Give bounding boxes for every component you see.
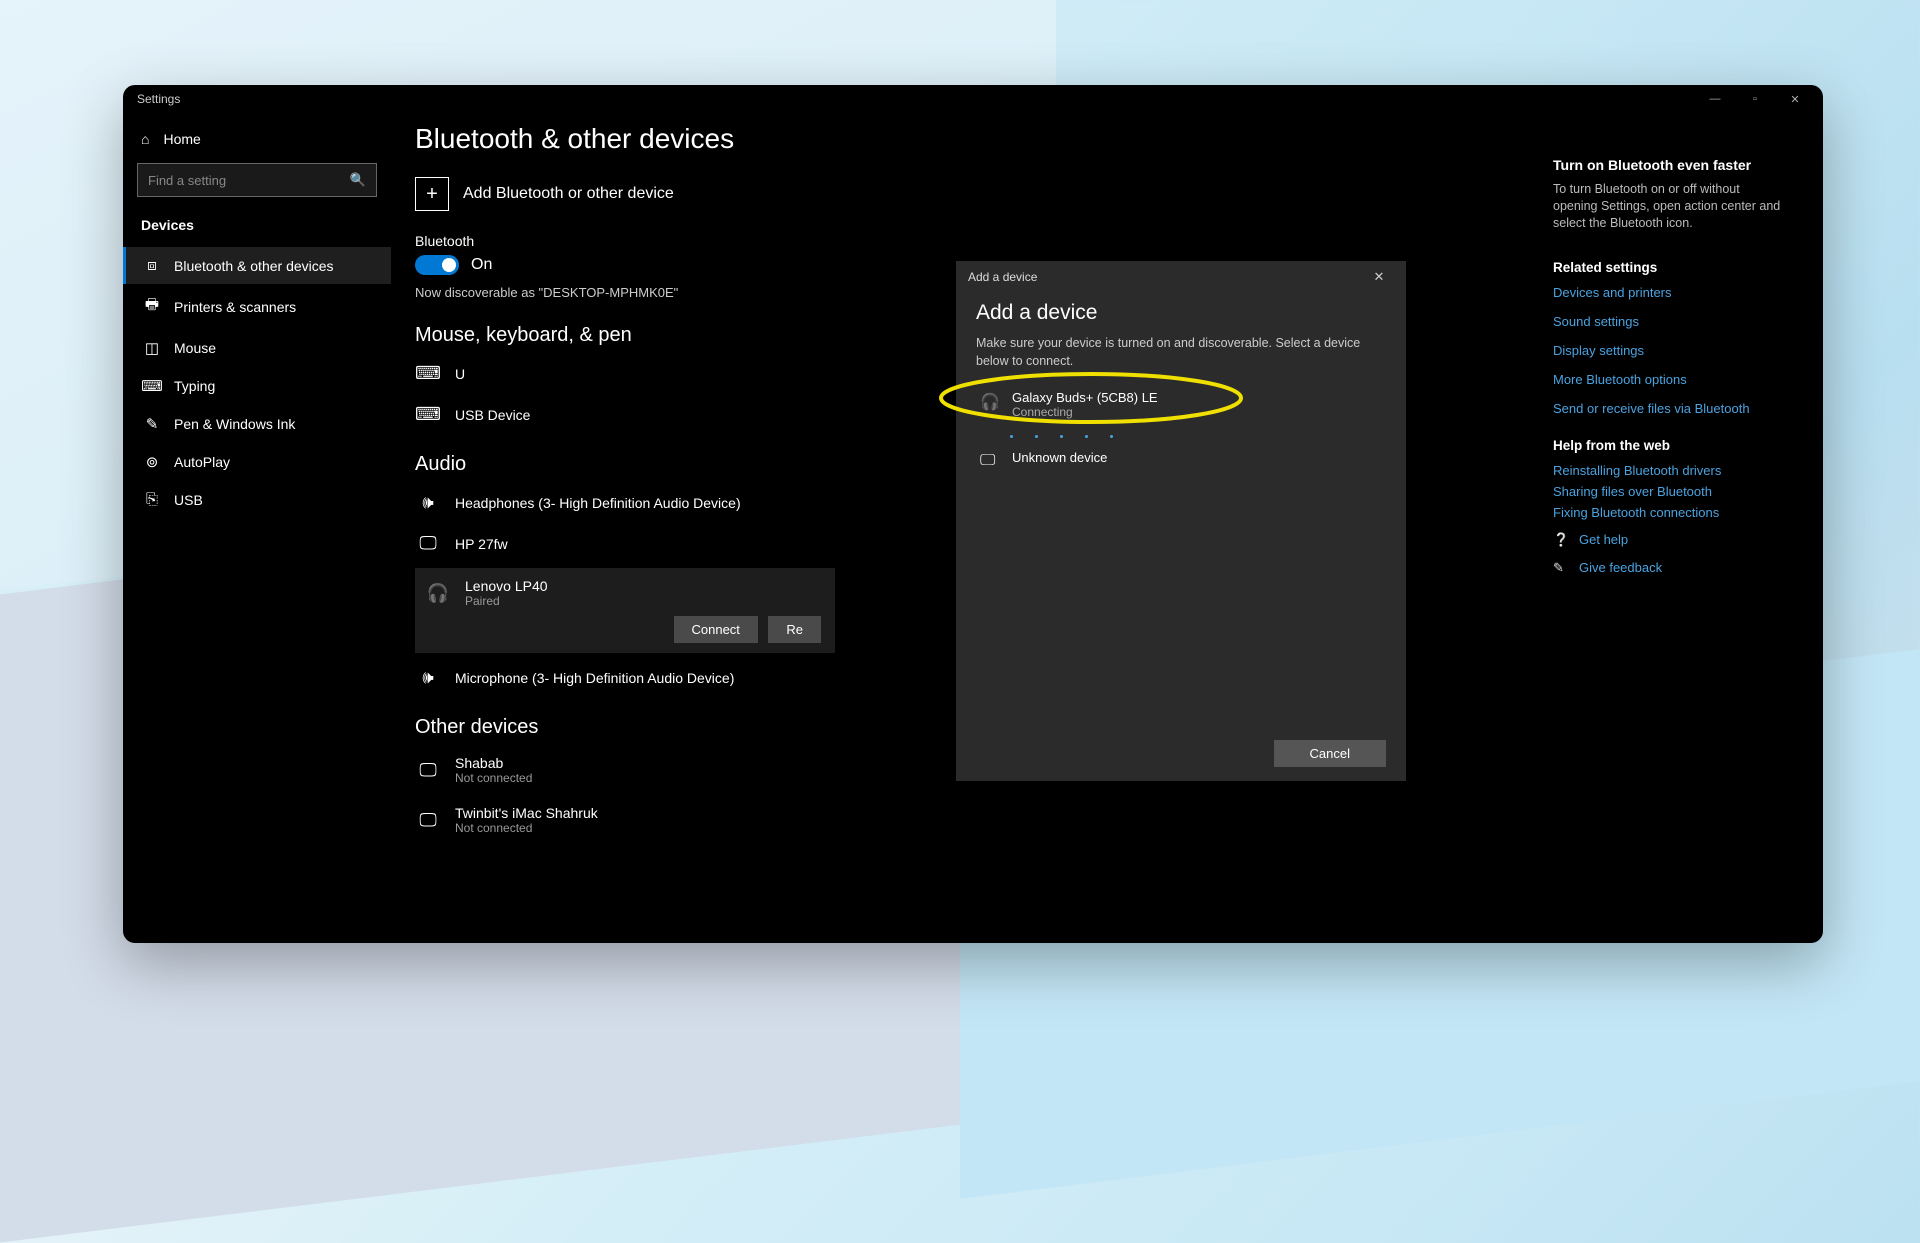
dialog-heading: Add a device <box>976 301 1386 325</box>
cancel-button[interactable]: Cancel <box>1274 740 1386 767</box>
device-card-selected[interactable]: 🎧 Lenovo LP40 Paired Connect Re <box>415 568 835 653</box>
headphones-icon: 🎧 <box>980 390 1000 412</box>
search-icon: 🔍 <box>350 172 366 188</box>
help-heading: Help from the web <box>1553 438 1783 453</box>
sidebar-item-label: Bluetooth & other devices <box>174 258 334 274</box>
settings-window: Settings — ▫ ✕ ⌂ Home Find a setting 🔍 D… <box>123 85 1823 943</box>
sidebar-item-label: AutoPlay <box>174 454 230 470</box>
remove-button[interactable]: Re <box>768 616 821 643</box>
pen-icon: ✎ <box>144 415 160 433</box>
sidebar-item-typing[interactable]: ⌨ Typing <box>123 367 391 405</box>
sidebar-item-label: Mouse <box>174 340 216 356</box>
give-feedback-link[interactable]: ✎ Give feedback <box>1553 560 1783 576</box>
link-fix-bt[interactable]: Fixing Bluetooth connections <box>1553 505 1783 520</box>
right-column: Turn on Bluetooth even faster To turn Bl… <box>1553 157 1783 576</box>
monitor-icon: 🖵 <box>415 810 441 831</box>
keyboard-icon: ⌨ <box>415 363 441 384</box>
sidebar-item-printers[interactable]: 🖶 Printers & scanners <box>123 284 391 329</box>
sidebar-category: Devices <box>123 211 391 247</box>
bluetooth-toggle[interactable] <box>415 255 459 275</box>
add-device-dialog: Add a device ✕ Add a device Make sure yo… <box>956 261 1406 781</box>
sidebar-item-bluetooth[interactable]: ⧈ Bluetooth & other devices <box>123 247 391 284</box>
found-device-name: Galaxy Buds+ (5CB8) LE <box>1012 390 1158 405</box>
usb-icon: ⎘ <box>144 491 160 508</box>
link-send-receive[interactable]: Send or receive files via Bluetooth <box>1553 401 1783 416</box>
link-share-bt[interactable]: Sharing files over Bluetooth <box>1553 484 1783 499</box>
monitor-icon: 🖵 <box>980 450 1000 470</box>
minimize-button[interactable]: — <box>1695 85 1735 113</box>
maximize-button[interactable]: ▫ <box>1735 85 1775 113</box>
device-name: Microphone (3- High Definition Audio Dev… <box>455 670 734 686</box>
device-name: HP 27fw <box>455 536 508 552</box>
get-help-link[interactable]: ❔ Get help <box>1553 532 1783 548</box>
link-more-bluetooth[interactable]: More Bluetooth options <box>1553 372 1783 387</box>
device-name: Shabab <box>455 755 532 771</box>
bluetooth-state: On <box>471 256 492 274</box>
connect-button[interactable]: Connect <box>674 616 758 643</box>
dialog-title: Add a device <box>968 270 1037 284</box>
search-input[interactable]: Find a setting 🔍 <box>137 163 377 197</box>
speaker-icon: 🕪 <box>415 492 441 513</box>
sidebar-item-usb[interactable]: ⎘ USB <box>123 481 391 518</box>
plus-icon: + <box>415 177 449 211</box>
device-status: Not connected <box>455 771 532 785</box>
dialog-instructions: Make sure your device is turned on and d… <box>976 335 1386 370</box>
found-device-status: Connecting <box>1012 405 1158 419</box>
found-device-name: Unknown device <box>1012 450 1107 465</box>
home-nav[interactable]: ⌂ Home <box>123 121 391 157</box>
link-sound-settings[interactable]: Sound settings <box>1553 314 1783 329</box>
device-name: U <box>455 366 465 382</box>
sidebar-item-label: Pen & Windows Ink <box>174 416 295 432</box>
sidebar-item-autoplay[interactable]: ⊚ AutoPlay <box>123 443 391 481</box>
help-icon: ❔ <box>1553 532 1569 548</box>
sidebar: ⌂ Home Find a setting 🔍 Devices ⧈ Blueto… <box>123 113 391 943</box>
link-reinstall-bt[interactable]: Reinstalling Bluetooth drivers <box>1553 463 1783 478</box>
device-row[interactable]: 🖵 Twinbit's iMac Shahruk Not connected <box>415 799 1799 849</box>
mouse-icon: ◫ <box>144 339 160 357</box>
sidebar-item-pen[interactable]: ✎ Pen & Windows Ink <box>123 405 391 443</box>
sidebar-item-label: USB <box>174 492 203 508</box>
close-button[interactable]: ✕ <box>1775 85 1815 113</box>
tip-text: To turn Bluetooth on or off without open… <box>1553 181 1783 232</box>
device-name: Lenovo LP40 <box>465 578 548 594</box>
feedback-icon: ✎ <box>1553 560 1569 576</box>
related-heading: Related settings <box>1553 260 1783 275</box>
found-device-unknown[interactable]: 🖵 Unknown device <box>976 444 1386 480</box>
keyboard-icon: ⌨ <box>415 404 441 425</box>
add-device-label: Add Bluetooth or other device <box>463 185 674 203</box>
home-label: Home <box>163 131 200 147</box>
device-name: Twinbit's iMac Shahruk <box>455 805 598 821</box>
search-placeholder: Find a setting <box>148 173 226 188</box>
printer-icon: 🖶 <box>144 294 160 319</box>
link-display-settings[interactable]: Display settings <box>1553 343 1783 358</box>
connecting-progress <box>1010 435 1386 438</box>
page-title: Bluetooth & other devices <box>415 123 1799 155</box>
titlebar: Settings — ▫ ✕ <box>123 85 1823 113</box>
headphones-icon: 🎧 <box>425 583 451 604</box>
sidebar-item-label: Typing <box>174 378 215 394</box>
found-device-galaxy-buds[interactable]: 🎧 Galaxy Buds+ (5CB8) LE Connecting <box>976 384 1386 429</box>
main-content: Bluetooth & other devices + Add Bluetoot… <box>391 113 1823 943</box>
home-icon: ⌂ <box>141 131 149 147</box>
link-devices-printers[interactable]: Devices and printers <box>1553 285 1783 300</box>
monitor-icon: 🖵 <box>415 760 441 781</box>
sidebar-item-mouse[interactable]: ◫ Mouse <box>123 329 391 367</box>
device-name: Headphones (3- High Definition Audio Dev… <box>455 495 741 511</box>
window-title: Settings <box>131 92 180 106</box>
device-status: Not connected <box>455 821 598 835</box>
keyboard-icon: ⌨ <box>144 377 160 395</box>
autoplay-icon: ⊚ <box>144 453 160 471</box>
bluetooth-stack-icon: ⧈ <box>144 257 160 274</box>
sidebar-item-label: Printers & scanners <box>174 299 296 315</box>
device-status: Paired <box>465 594 548 608</box>
dialog-close-button[interactable]: ✕ <box>1364 269 1394 285</box>
speaker-icon: 🕪 <box>415 667 441 688</box>
device-name: USB Device <box>455 407 530 423</box>
monitor-icon: 🖵 <box>415 533 441 554</box>
tip-heading: Turn on Bluetooth even faster <box>1553 157 1783 173</box>
